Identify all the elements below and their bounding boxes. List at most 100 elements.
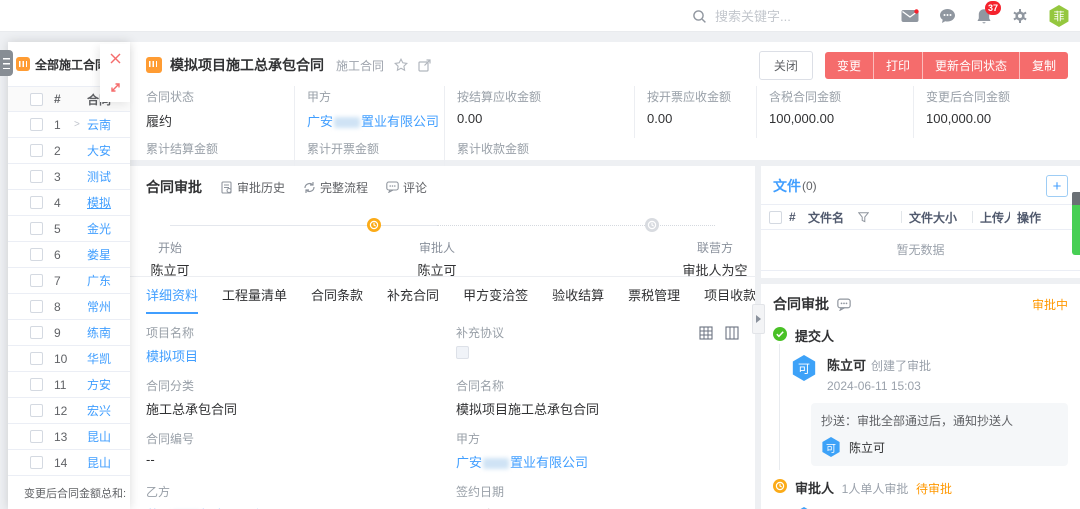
files-empty-text: 暂无数据 xyxy=(761,230,1080,271)
row-checkbox[interactable] xyxy=(30,222,43,235)
tab-contract-terms[interactable]: 合同条款 xyxy=(311,277,363,314)
supplement-checkbox[interactable] xyxy=(456,346,469,359)
row-checkbox[interactable] xyxy=(30,430,43,443)
chat-icon[interactable] xyxy=(939,8,956,24)
global-search[interactable] xyxy=(692,0,865,32)
row-checkbox[interactable] xyxy=(30,196,43,209)
tab-party-a-change[interactable]: 甲方变洽签 xyxy=(463,277,528,314)
table-row[interactable]: 9练南 xyxy=(8,320,130,346)
pending-clock-icon xyxy=(773,479,787,493)
table-row[interactable]: 7广东 xyxy=(8,268,130,294)
contract-list-title: 全部施工合同 xyxy=(35,56,107,73)
flow-step-partner: 联营方 审批人为空 xyxy=(645,218,785,279)
row-checkbox[interactable] xyxy=(30,378,43,391)
grid-view-icon[interactable] xyxy=(699,326,713,340)
comment-icon[interactable] xyxy=(837,298,851,311)
project-link[interactable]: 模拟项目 xyxy=(146,346,456,365)
approver-meta: 1人单人审批 xyxy=(842,482,909,496)
external-link-icon[interactable] xyxy=(418,59,431,72)
filter-funnel-icon[interactable] xyxy=(858,212,869,223)
search-input[interactable] xyxy=(715,9,865,24)
field-contract-name: 合同名称 模拟项目施工总承包合同 xyxy=(456,377,739,418)
copy-button[interactable]: 复制 xyxy=(1020,52,1068,79)
panel-collapse-handle[interactable] xyxy=(752,304,765,334)
party-a-link[interactable]: 广安置业有限公司 xyxy=(307,114,439,129)
tab-supplement-contract[interactable]: 补充合同 xyxy=(387,277,439,314)
row-checkbox[interactable] xyxy=(30,404,43,417)
mail-icon[interactable] xyxy=(901,9,919,23)
field-party-b: 乙方 苏州机电工程有限公司 xyxy=(146,483,456,509)
tab-invoice-tax[interactable]: 票税管理 xyxy=(628,277,680,314)
row-checkbox[interactable] xyxy=(30,274,43,287)
files-title: 文件 xyxy=(773,176,801,196)
select-all-checkbox[interactable] xyxy=(30,93,43,106)
column-view-icon[interactable] xyxy=(725,326,739,340)
table-row[interactable]: 14昆山 xyxy=(8,450,130,476)
table-row[interactable]: 3测试 xyxy=(8,164,130,190)
field-sign-date: 签约日期 2024年06月11日 xyxy=(456,483,739,509)
row-checkbox[interactable] xyxy=(30,248,43,261)
tab-acceptance-settlement[interactable]: 验收结算 xyxy=(552,277,604,314)
bell-icon[interactable]: 37 xyxy=(976,8,992,25)
table-row[interactable]: 1>云南 xyxy=(8,112,130,138)
favorite-star-icon[interactable] xyxy=(394,58,408,72)
row-checkbox[interactable] xyxy=(30,456,43,469)
files-count: (0) xyxy=(802,179,817,193)
table-row[interactable]: 6娄星 xyxy=(8,242,130,268)
files-col-index: # xyxy=(789,210,801,224)
contract-list-panel: 全部施工合同 # 合同 1>云南 2大安 3测试 4模拟 5金光 6娄星 7广东… xyxy=(8,42,130,509)
table-row[interactable]: 10华凯 xyxy=(8,346,130,372)
cc-note-box: 抄送：审批全部通过后，通知抄送人 可 陈立可 xyxy=(811,403,1068,466)
table-row[interactable]: 13昆山 xyxy=(8,424,130,450)
table-row[interactable]: 5金光 xyxy=(8,216,130,242)
page-title: 模拟项目施工总承包合同 xyxy=(170,55,324,75)
amount-total-footer: 变更后合同金额总和: xyxy=(8,476,130,501)
row-checkbox[interactable] xyxy=(30,144,43,157)
table-row[interactable]: 2大安 xyxy=(8,138,130,164)
field-amount-after-change: 变更后合同金额 100,000.00 xyxy=(913,86,1068,138)
tab-detail-info[interactable]: 详细资料 xyxy=(146,277,198,314)
sidebar-toggle-handle[interactable] xyxy=(0,50,13,76)
add-file-button[interactable]: + xyxy=(1046,175,1068,197)
notification-badge: 37 xyxy=(985,1,1001,15)
table-row[interactable]: 12宏兴 xyxy=(8,398,130,424)
comment-link[interactable]: 评论 xyxy=(386,179,427,196)
approval-flow: 开始 陈立可 审批人 陈立可 联营方 xyxy=(130,202,755,276)
change-button[interactable]: 变更 xyxy=(825,52,874,79)
submitted-check-icon xyxy=(773,327,787,341)
approval-history-link[interactable]: 审批历史 xyxy=(220,179,285,196)
full-process-link[interactable]: 完整流程 xyxy=(303,179,368,196)
table-row[interactable]: 4模拟 xyxy=(8,190,130,216)
print-button[interactable]: 打印 xyxy=(874,52,923,79)
files-panel: 文件 (0) + # 文件名 文件大小 上传人 xyxy=(761,166,1080,278)
expand-panel-icon[interactable] xyxy=(100,73,130,102)
detail-fields: 项目名称 模拟项目 补充协议 合同分类 施工总承包合同 合同名称 xyxy=(130,314,755,509)
row-checkbox[interactable] xyxy=(30,170,43,183)
step-current-icon xyxy=(367,218,507,232)
step-pending-icon xyxy=(645,218,785,232)
process-icon xyxy=(303,181,316,194)
user-avatar[interactable]: 菲 xyxy=(1048,5,1070,27)
submitter-name: 陈立可 xyxy=(827,358,866,373)
party-a-detail-link[interactable]: 广安置业有限公司 xyxy=(456,455,588,470)
main-area: 模拟项目施工总承包合同 施工合同 关闭 变更 打印 更新合同状态 复制 xyxy=(130,42,1080,509)
table-row[interactable]: 11方安 xyxy=(8,372,130,398)
tab-boq[interactable]: 工程量清单 xyxy=(222,277,287,314)
close-panel-icon[interactable] xyxy=(100,44,130,73)
field-receivable-by-invoice: 按开票应收金额 0.00 xyxy=(634,86,756,138)
row-checkbox[interactable] xyxy=(30,326,43,339)
feedback-edge-tab[interactable] xyxy=(1072,192,1080,255)
row-checkbox[interactable] xyxy=(30,300,43,313)
approval-status-badge: 审批中 xyxy=(1032,296,1068,313)
row-checkbox[interactable] xyxy=(30,352,43,365)
row-expand-icon[interactable]: > xyxy=(74,119,87,130)
timeline-item-submitter: 提交人 可 陈立可创建了审批 2024-06-11 15:03 抄送：审批全部通… xyxy=(773,326,1068,466)
update-status-button[interactable]: 更新合同状态 xyxy=(923,52,1020,79)
close-button[interactable]: 关闭 xyxy=(759,51,813,80)
tab-project-receipt[interactable]: 项目收款 xyxy=(704,277,755,314)
gear-icon[interactable] xyxy=(1012,8,1028,24)
table-row[interactable]: 8常州 xyxy=(8,294,130,320)
row-checkbox[interactable] xyxy=(30,118,43,131)
files-col-ops: 操作 xyxy=(1017,209,1041,226)
field-project-name: 项目名称 模拟项目 xyxy=(146,324,456,365)
